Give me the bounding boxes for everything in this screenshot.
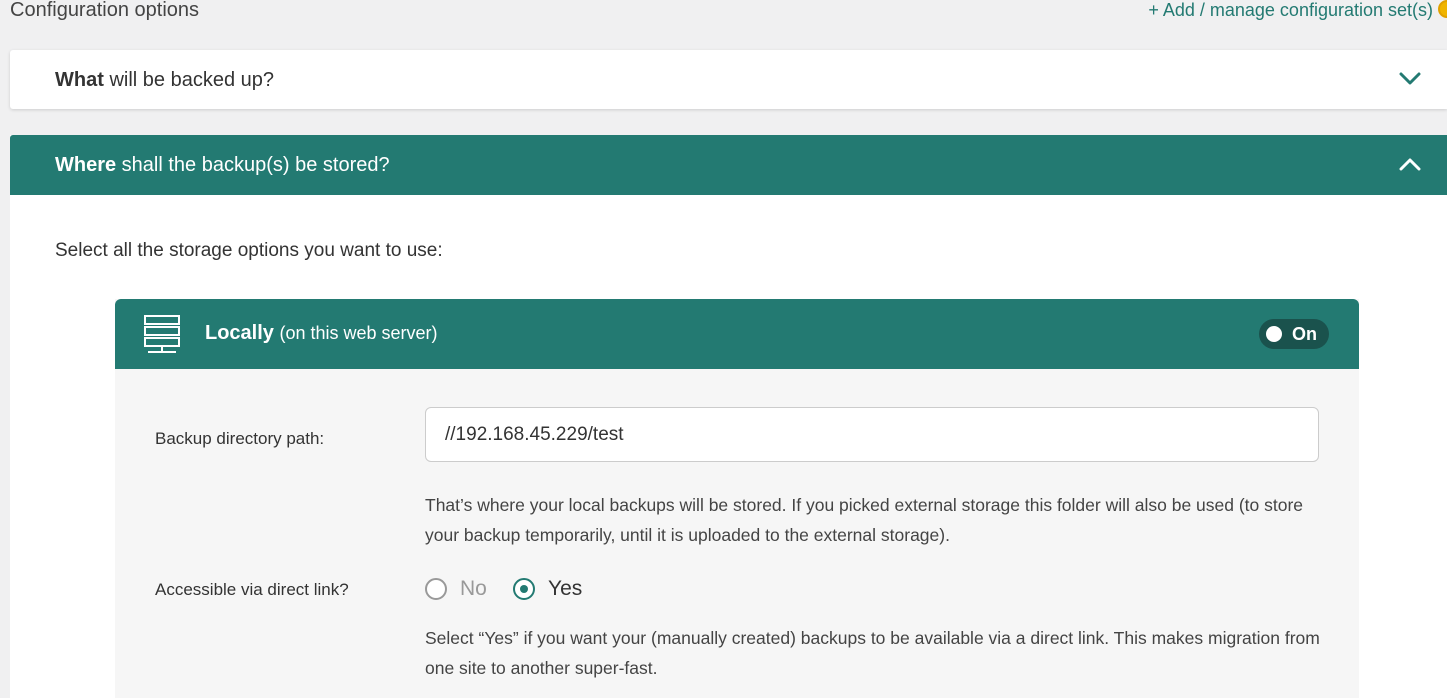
- radio-no-label: No: [460, 577, 487, 600]
- radio-yes-dot: [520, 585, 528, 593]
- where-panel: Where shall the backup(s) be stored? Sel…: [10, 135, 1447, 698]
- what-panel-title-rest: will be backed up?: [103, 69, 274, 91]
- radio-yes-label: Yes: [548, 577, 583, 600]
- page-title: Configuration options: [10, 0, 200, 21]
- local-storage-header: Locally (on this web server) On: [115, 299, 1359, 369]
- storage-intro-text: Select all the storage options you want …: [55, 240, 443, 261]
- where-panel-title-rest: shall the backup(s) be stored?: [116, 154, 390, 176]
- local-storage-toggle[interactable]: On: [1259, 319, 1329, 349]
- page-header: Configuration options + Add / manage con…: [10, 0, 1447, 24]
- coin-icon: [1438, 0, 1447, 18]
- backup-directory-input[interactable]: [425, 407, 1319, 462]
- direct-link-label: Accessible via direct link?: [155, 580, 349, 599]
- radio-no-circle: [425, 578, 447, 600]
- toggle-label: On: [1292, 324, 1317, 344]
- local-storage-title: Locally (on this web server): [205, 322, 438, 345]
- toggle-knob: [1266, 326, 1282, 342]
- chevron-up-icon[interactable]: [1399, 157, 1421, 171]
- local-storage-card: Locally (on this web server) On Backup d…: [115, 299, 1359, 698]
- what-panel-title: What will be backed up?: [55, 69, 274, 92]
- where-panel-header[interactable]: Where shall the backup(s) be stored?: [10, 135, 1447, 195]
- chevron-down-icon[interactable]: [1399, 72, 1421, 86]
- manage-configuration-sets-link[interactable]: + Add / manage configuration set(s): [1148, 0, 1433, 21]
- local-storage-subtitle: (on this web server): [279, 323, 438, 343]
- where-panel-title: Where shall the backup(s) be stored?: [55, 154, 390, 177]
- backup-directory-label: Backup directory path:: [155, 429, 325, 448]
- backup-directory-help: That’s where your local backups will be …: [425, 495, 1304, 545]
- server-icon: [144, 315, 180, 353]
- radio-yes-circle: [513, 578, 535, 600]
- what-panel-title-strong: What: [55, 69, 104, 91]
- local-storage-title-strong: Locally: [205, 322, 274, 344]
- what-panel-header[interactable]: What will be backed up?: [10, 50, 1447, 109]
- where-panel-title-strong: Where: [55, 154, 117, 176]
- direct-link-help: Select “Yes” if you want your (manually …: [425, 628, 1320, 678]
